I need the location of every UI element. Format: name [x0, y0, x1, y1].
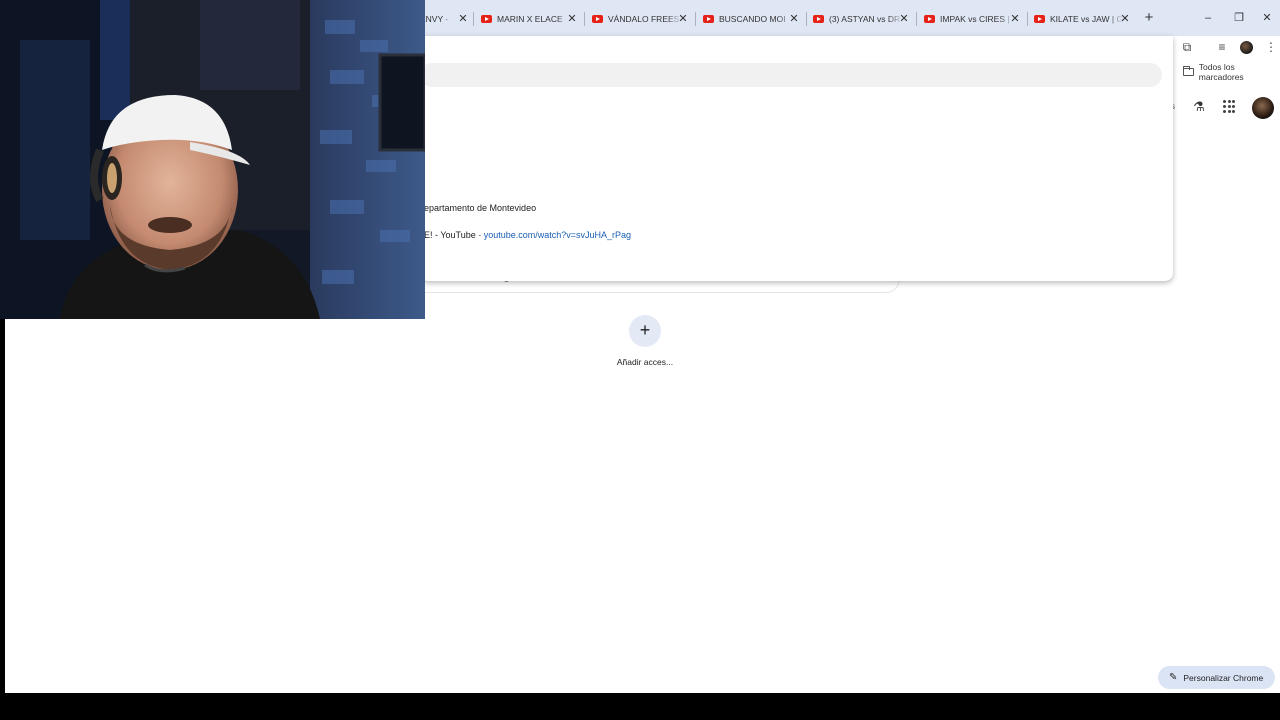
profile-avatar[interactable] — [1240, 41, 1253, 54]
tab[interactable]: MARIN X ELACE ✕ — [481, 8, 579, 30]
add-shortcut-icon[interactable]: + — [629, 315, 661, 347]
tab-title: VÁNDALO FREEST — [608, 14, 682, 24]
tab-title: (3) ASTYAN vs DR — [829, 14, 901, 24]
close-icon[interactable]: ✕ — [456, 12, 470, 26]
close-window-button[interactable]: ✕ — [1255, 8, 1279, 28]
new-tab-button[interactable]: + — [1140, 9, 1158, 27]
minimize-button[interactable]: – — [1196, 8, 1220, 28]
bookmarks-bar-all-bookmarks[interactable]: Todos los marcadores — [1183, 62, 1280, 82]
tab-separator — [1027, 12, 1028, 26]
omnibox-dropdown: epartamento de Montevideo E! - YouTube -… — [420, 36, 1173, 281]
omnibox-suggestion[interactable]: epartamento de Montevideo — [424, 203, 536, 213]
add-shortcut-label: Añadir acces... — [616, 357, 674, 367]
customize-chrome-button[interactable]: ✎ Personalizar Chrome — [1158, 666, 1275, 689]
close-icon[interactable]: ✕ — [1118, 12, 1132, 26]
youtube-icon — [703, 15, 714, 23]
screen: Buscar en Google o escribir una URL + Añ… — [0, 0, 1280, 720]
tab-title: KILATE vs JAW | G — [1050, 14, 1124, 24]
tab[interactable]: KILATE vs JAW | G ✕ — [1034, 8, 1132, 30]
suggestion-text: epartamento de Montevideo — [424, 203, 537, 213]
tab-title: MARIN X ELACE — [497, 14, 563, 24]
tab-separator — [916, 12, 917, 26]
suggestion-url: youtube.com/watch?v=svJuHA_rPag — [483, 230, 632, 240]
tab[interactable]: IMPAK vs CIRES | ✕ — [924, 8, 1022, 30]
tab[interactable]: ENVY - ✕ — [420, 8, 470, 30]
all-bookmarks-label: Todos los marcadores — [1198, 62, 1244, 82]
close-icon[interactable]: ✕ — [565, 12, 579, 26]
youtube-icon — [813, 15, 824, 23]
labs-flask-icon[interactable]: ⚗ — [1191, 99, 1207, 115]
omnibox-suggestion[interactable]: E! - YouTube - youtube.com/watch?v=svJuH… — [424, 230, 631, 240]
tab-title: IMPAK vs CIRES | — [940, 14, 1010, 24]
tab-separator — [473, 12, 474, 26]
youtube-icon — [481, 15, 492, 23]
folder-icon — [1183, 66, 1194, 76]
tab[interactable]: (3) ASTYAN vs DR ✕ — [813, 8, 911, 30]
youtube-icon — [924, 15, 935, 23]
close-icon[interactable]: ✕ — [1008, 12, 1022, 26]
close-icon[interactable]: ✕ — [676, 12, 690, 26]
tab-separator — [806, 12, 807, 26]
webcam-overlay — [0, 0, 425, 319]
pencil-icon: ✎ — [1169, 672, 1178, 683]
add-shortcut[interactable]: + Añadir acces... — [612, 315, 678, 367]
tab-title: BUSCANDO MOI — [719, 14, 786, 24]
youtube-icon — [592, 15, 603, 23]
restore-button[interactable]: ❐ — [1227, 8, 1251, 28]
extensions-puzzle-icon[interactable]: ⧉ — [1178, 38, 1196, 56]
youtube-icon — [1034, 15, 1045, 23]
close-icon[interactable]: ✕ — [897, 12, 911, 26]
tab-separator — [695, 12, 696, 26]
bottom-black-bar — [0, 693, 1280, 720]
close-icon[interactable]: ✕ — [787, 12, 801, 26]
google-apps-icon[interactable] — [1223, 100, 1237, 114]
suggestion-separator: - — [475, 230, 484, 240]
account-avatar[interactable] — [1252, 97, 1274, 119]
webcam-feed — [0, 0, 425, 319]
tab-separator — [584, 12, 585, 26]
tab[interactable]: VÁNDALO FREEST ✕ — [592, 8, 690, 30]
more-menu-icon[interactable]: ⋮ — [1262, 38, 1280, 56]
customize-chrome-label: Personalizar Chrome — [1183, 672, 1264, 683]
tab[interactable]: BUSCANDO MOI ✕ — [703, 8, 801, 30]
media-queue-icon[interactable]: ≡ — [1213, 38, 1231, 56]
omnibox-input[interactable] — [420, 63, 1162, 87]
suggestion-text: E! - YouTube — [424, 230, 476, 240]
